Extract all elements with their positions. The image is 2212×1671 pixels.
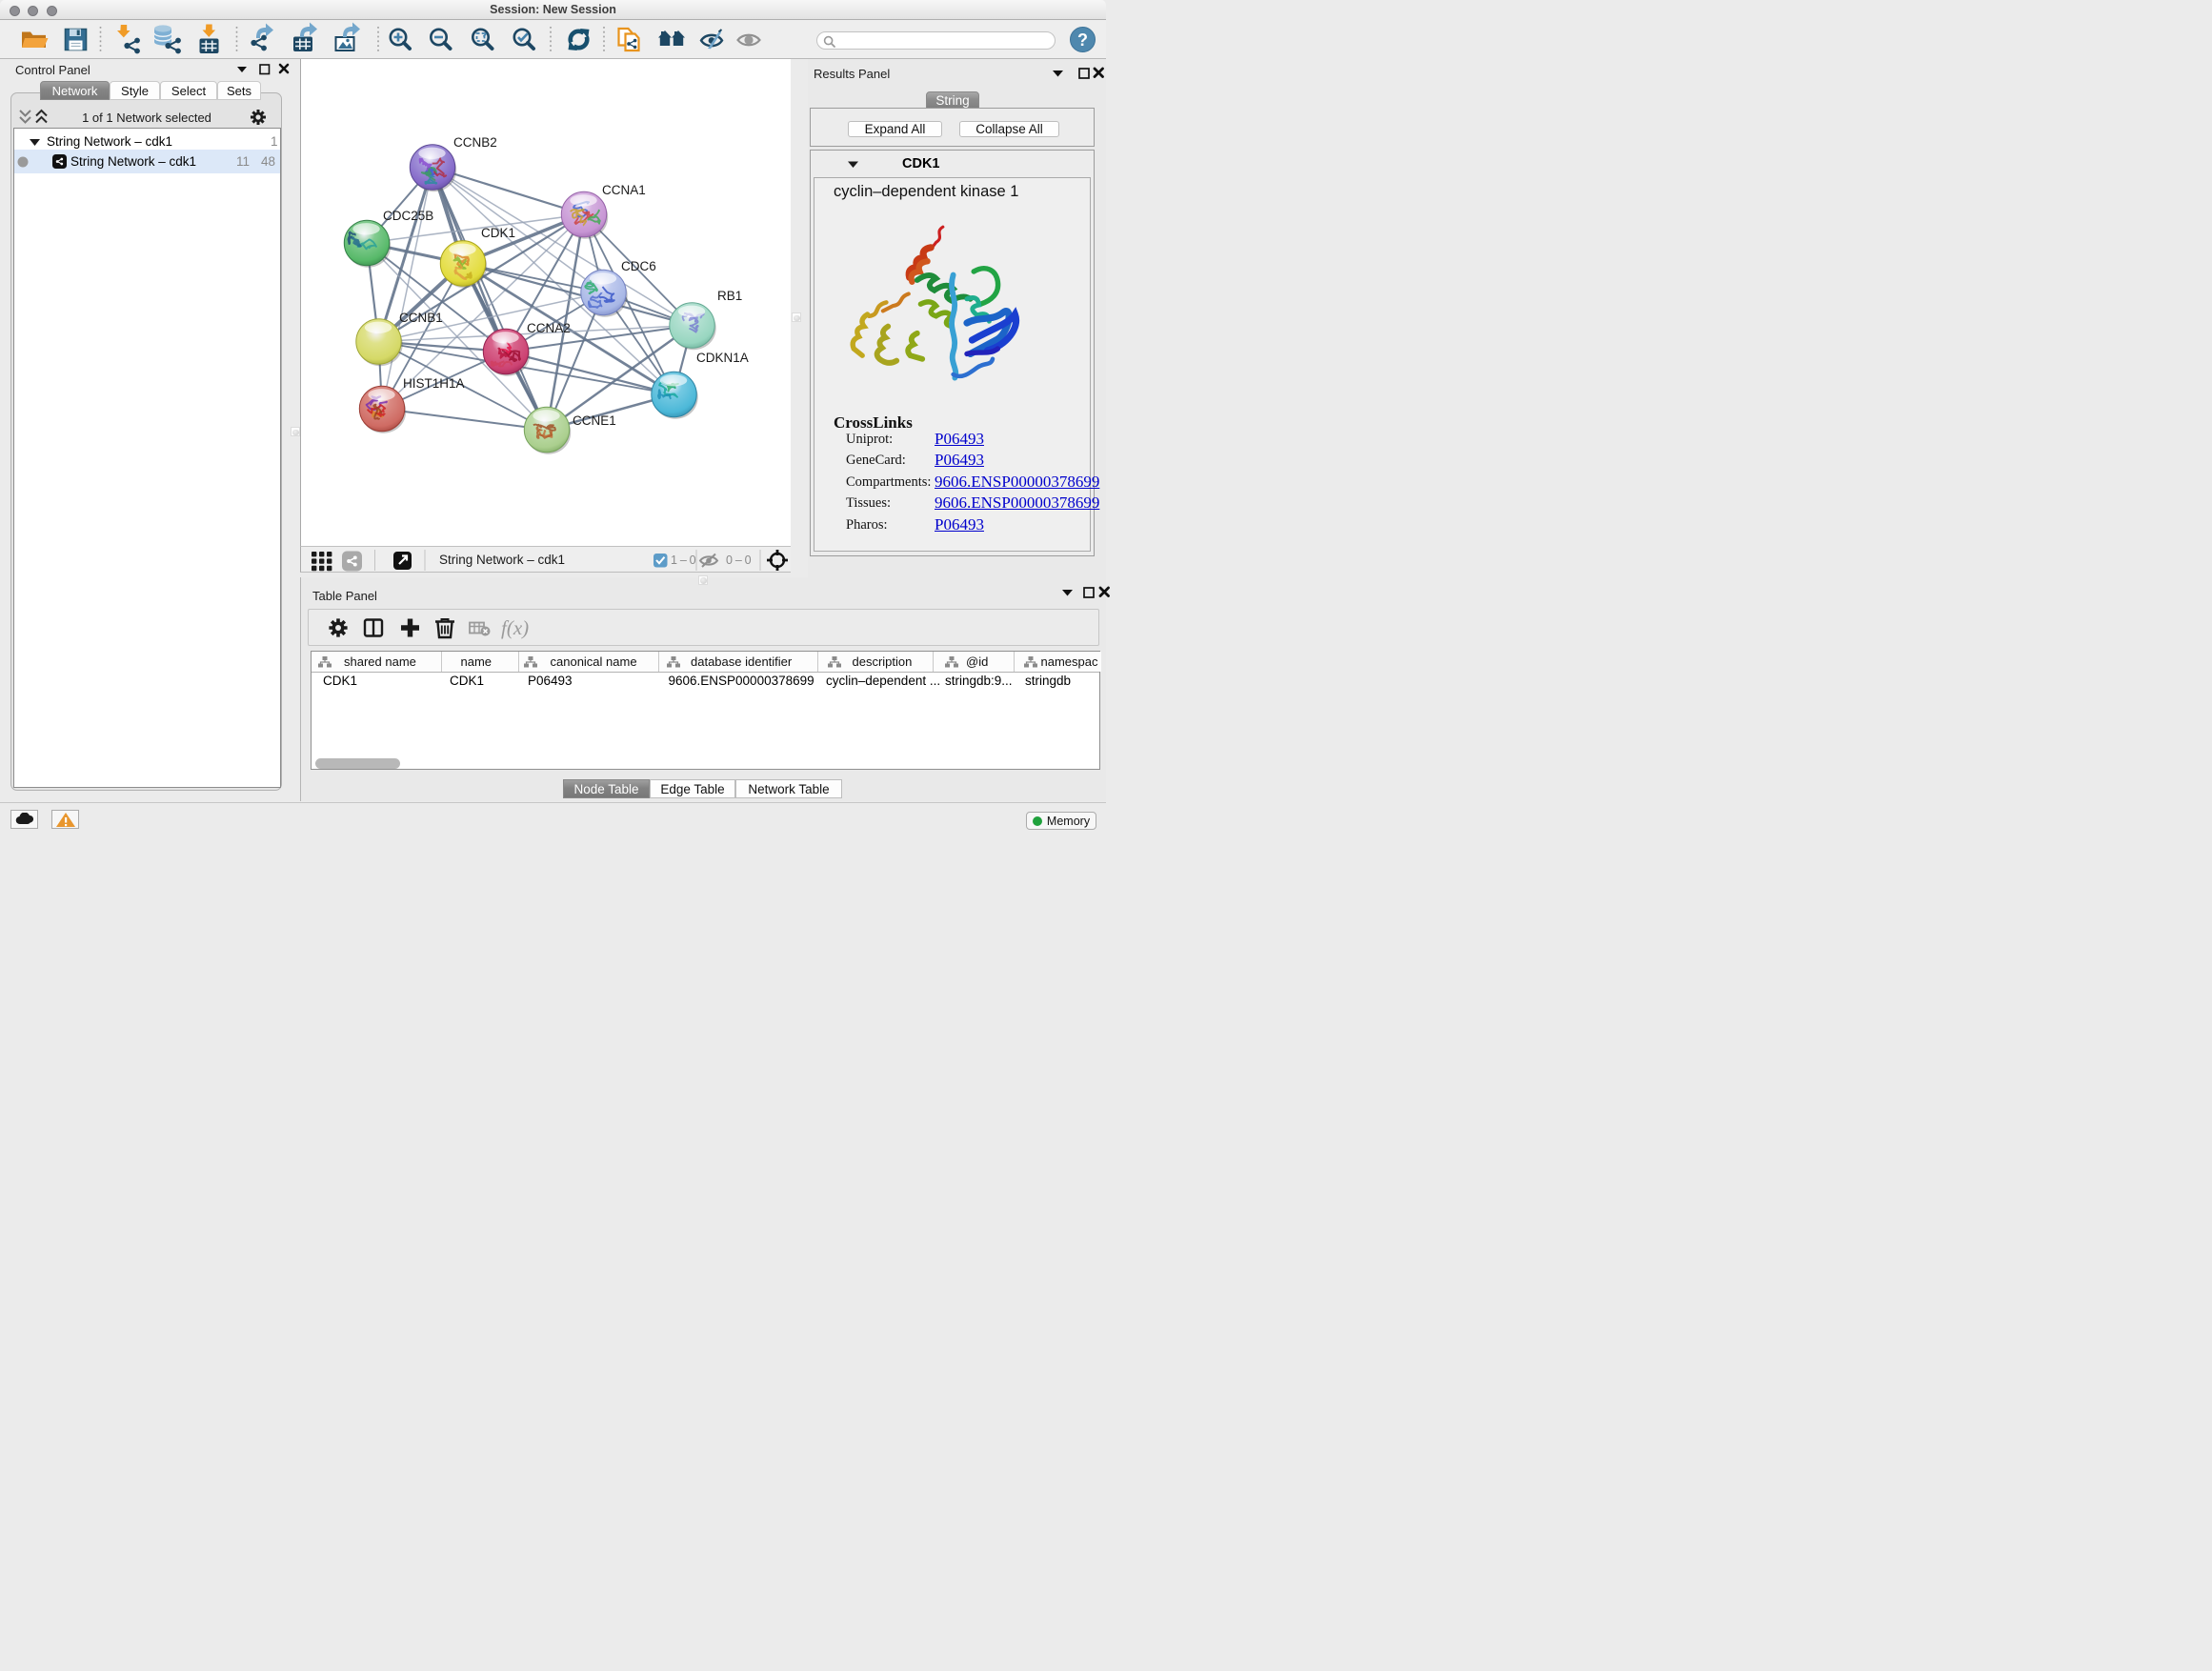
svg-text:CDK1: CDK1 (481, 226, 515, 240)
svg-text:CDC25B: CDC25B (383, 209, 433, 223)
svg-text:CCNA2: CCNA2 (527, 321, 571, 335)
svg-text:HIST1H1A: HIST1H1A (403, 376, 465, 391)
svg-text:CCNE1: CCNE1 (573, 413, 616, 428)
svg-text:CCNA1: CCNA1 (602, 183, 646, 197)
svg-text:CDKN1A: CDKN1A (696, 351, 749, 365)
svg-text:CCNB1: CCNB1 (399, 311, 443, 325)
svg-text:CCNB2: CCNB2 (453, 135, 497, 150)
svg-text:RB1: RB1 (717, 289, 742, 303)
svg-text:CDC6: CDC6 (621, 259, 656, 273)
svg-text:f(x): f(x) (501, 616, 529, 639)
